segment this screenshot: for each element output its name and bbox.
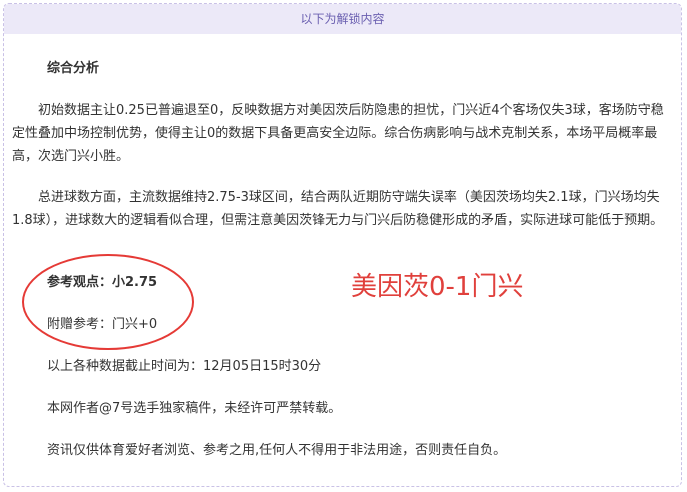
author-notice: 本网作者@7号选手独家稿件，未经许可严禁转载。 xyxy=(47,401,342,416)
section-title: 综合分析 xyxy=(47,61,100,76)
handicap-reference: 附赠参考：门兴+0 xyxy=(47,317,158,332)
analysis-paragraph-2: 总进球数方面，主流数据维持2.75-3球区间，结合两队近期防守端失误率（美因茨场… xyxy=(12,190,664,228)
article-content: 综合分析 初始数据主让0.25已普遍退至0，反映数据方对美因茨后防隐患的担忧，门… xyxy=(0,0,687,492)
handwritten-result-annotation: 美因茨0-1门兴 xyxy=(351,272,524,302)
disclaimer: 资讯仅供体育爱好者浏览、参考之用,任何人不得用于非法用途，否则责任自负。 xyxy=(47,443,507,458)
reference-view: 参考观点：小2.75 xyxy=(47,275,158,290)
analysis-paragraph-1: 初始数据主让0.25已普遍退至0，反映数据方对美因茨后防隐患的担忧，门兴近4个客… xyxy=(12,103,664,164)
data-cutoff-time: 以上各种数据截止时间为：12月05日15时30分 xyxy=(47,359,322,374)
